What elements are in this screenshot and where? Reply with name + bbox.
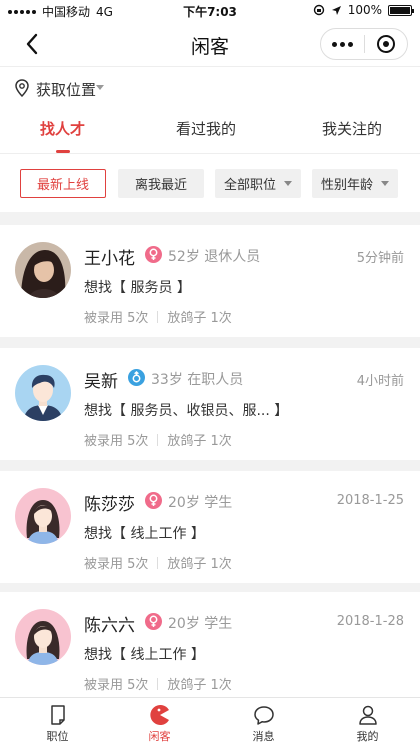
tabbar-label: 职位 bbox=[46, 730, 69, 743]
filter-gender-age[interactable]: 性别年龄 bbox=[312, 169, 398, 198]
status-bar: 中国移动 4G 下午7:03 100% bbox=[0, 0, 420, 22]
candidate-stats: 被录用 5次 放鸽子 1次 bbox=[84, 307, 232, 326]
tabbar-item-messages[interactable]: 消息 bbox=[211, 698, 316, 747]
filter-label: 性别年龄 bbox=[320, 178, 373, 193]
candidate-stats: 被录用 5次 放鸽子 1次 bbox=[84, 430, 232, 449]
bottom-tab-bar: 职位 闲客 消息 我的 bbox=[0, 697, 420, 747]
tab-viewed-me[interactable]: 看过我的 bbox=[176, 118, 236, 139]
person-icon bbox=[359, 705, 377, 725]
candidate-stats: 被录用 5次 放鸽子 1次 bbox=[84, 674, 232, 693]
candidate-name: 陈莎莎 bbox=[84, 495, 135, 515]
hired-count: 被录用 5次 bbox=[84, 678, 149, 693]
female-icon bbox=[145, 492, 162, 509]
candidate-meta: 33岁 在职人员 bbox=[151, 369, 243, 389]
stats-divider bbox=[157, 556, 159, 569]
battery-icon bbox=[388, 4, 414, 16]
filter-bar: 最新上线 离我最近 全部职位 性别年龄 bbox=[0, 154, 420, 212]
stats-divider bbox=[157, 677, 159, 690]
female-avatar-icon bbox=[15, 609, 71, 665]
candidate-card[interactable]: 吴新 33岁 在职人员 4小时前 想找【 服务员、收银员、服... 】 被录用 … bbox=[0, 348, 420, 460]
wanted-job: 想找【 线上工作 】 bbox=[84, 647, 205, 663]
candidate-role: 在职人员 bbox=[187, 372, 244, 388]
candidate-age: 33岁 bbox=[151, 372, 183, 388]
online-time: 4小时前 bbox=[356, 374, 404, 389]
filter-all-positions[interactable]: 全部职位 bbox=[215, 169, 301, 198]
filter-label: 全部职位 bbox=[223, 178, 276, 193]
candidate-role: 退休人员 bbox=[204, 249, 261, 265]
no-show-count: 放鸽子 1次 bbox=[167, 557, 232, 572]
tabbar-item-xianke[interactable]: 闲客 bbox=[107, 698, 212, 747]
active-tab-indicator bbox=[56, 150, 70, 153]
candidate-age: 52岁 bbox=[168, 249, 200, 265]
tab-find-talent[interactable]: 找人才 bbox=[40, 118, 85, 139]
candidate-name: 吴新 bbox=[84, 372, 118, 392]
tabbar-label: 消息 bbox=[252, 730, 275, 743]
avatar bbox=[15, 365, 71, 421]
location-pin-icon bbox=[15, 79, 29, 97]
filter-label: 最新上线 bbox=[36, 178, 89, 193]
avatar bbox=[15, 242, 71, 298]
candidate-age: 20岁 bbox=[168, 616, 200, 632]
online-time: 2018-1-28 bbox=[336, 614, 404, 629]
online-time: 2018-1-25 bbox=[336, 493, 404, 508]
male-icon bbox=[128, 369, 145, 386]
female-icon bbox=[145, 613, 162, 630]
more-options-icon[interactable] bbox=[321, 41, 364, 47]
photo-avatar-icon bbox=[15, 242, 71, 298]
chat-bubble-icon bbox=[254, 706, 274, 725]
candidate-age: 20岁 bbox=[168, 495, 200, 511]
wanted-job: 想找【 线上工作 】 bbox=[84, 526, 205, 542]
no-show-count: 放鸽子 1次 bbox=[167, 434, 232, 449]
tabbar-label: 我的 bbox=[356, 730, 379, 743]
stats-divider bbox=[157, 433, 159, 446]
male-avatar-icon bbox=[15, 365, 71, 421]
tabbar-item-mine[interactable]: 我的 bbox=[315, 698, 420, 747]
location-bar[interactable]: 获取位置 bbox=[0, 66, 420, 108]
candidate-meta: 20岁 学生 bbox=[168, 492, 232, 512]
no-show-count: 放鸽子 1次 bbox=[167, 311, 232, 326]
filter-nearest[interactable]: 离我最近 bbox=[118, 169, 204, 198]
tab-my-follows[interactable]: 我关注的 bbox=[322, 118, 382, 139]
candidate-card[interactable]: 陈六六 20岁 学生 2018-1-28 想找【 线上工作 】 被录用 5次 放… bbox=[0, 592, 420, 697]
female-icon bbox=[145, 246, 162, 263]
wanted-job: 想找【 服务员 】 bbox=[84, 280, 191, 296]
chevron-down-icon bbox=[96, 85, 104, 90]
candidate-name: 王小花 bbox=[84, 249, 135, 269]
location-arrow-icon bbox=[331, 5, 341, 15]
avatar bbox=[15, 609, 71, 665]
hired-count: 被录用 5次 bbox=[84, 557, 149, 572]
candidate-role: 学生 bbox=[204, 495, 233, 511]
hired-count: 被录用 5次 bbox=[84, 311, 149, 326]
online-time: 5分钟前 bbox=[356, 251, 404, 266]
hired-count: 被录用 5次 bbox=[84, 434, 149, 449]
avatar bbox=[15, 488, 71, 544]
filter-latest-online[interactable]: 最新上线 bbox=[20, 169, 106, 198]
pacman-icon bbox=[150, 705, 169, 725]
candidate-stats: 被录用 5次 放鸽子 1次 bbox=[84, 553, 232, 572]
female-avatar-icon bbox=[15, 488, 71, 544]
orientation-lock-icon bbox=[313, 4, 324, 16]
close-mini-program-icon[interactable] bbox=[364, 35, 407, 53]
navigation-bar: 闲客 bbox=[0, 22, 420, 66]
candidate-meta: 52岁 退休人员 bbox=[168, 246, 260, 266]
get-location-label: 获取位置 bbox=[36, 81, 97, 99]
candidate-meta: 20岁 学生 bbox=[168, 613, 232, 633]
dropdown-caret-icon bbox=[381, 181, 389, 186]
candidate-card[interactable]: 陈莎莎 20岁 学生 2018-1-25 想找【 线上工作 】 被录用 5次 放… bbox=[0, 471, 420, 583]
candidate-name: 陈六六 bbox=[84, 616, 135, 636]
candidate-role: 学生 bbox=[204, 616, 233, 632]
tabbar-label: 闲客 bbox=[148, 730, 171, 743]
mini-program-capsule bbox=[320, 28, 408, 60]
filter-label: 离我最近 bbox=[134, 178, 187, 193]
top-tabs: 找人才 看过我的 我关注的 bbox=[0, 108, 420, 154]
stats-divider bbox=[157, 310, 159, 323]
wanted-job: 想找【 服务员、收银员、服... 】 bbox=[84, 403, 289, 419]
no-show-count: 放鸽子 1次 bbox=[167, 678, 232, 693]
battery-percent: 100% bbox=[347, 3, 382, 17]
document-icon bbox=[51, 705, 65, 725]
tabbar-item-positions[interactable]: 职位 bbox=[5, 698, 110, 747]
candidate-card[interactable]: 王小花 52岁 退休人员 5分钟前 想找【 服务员 】 被录用 5次 放鸽子 1… bbox=[0, 225, 420, 337]
dropdown-caret-icon bbox=[284, 181, 292, 186]
